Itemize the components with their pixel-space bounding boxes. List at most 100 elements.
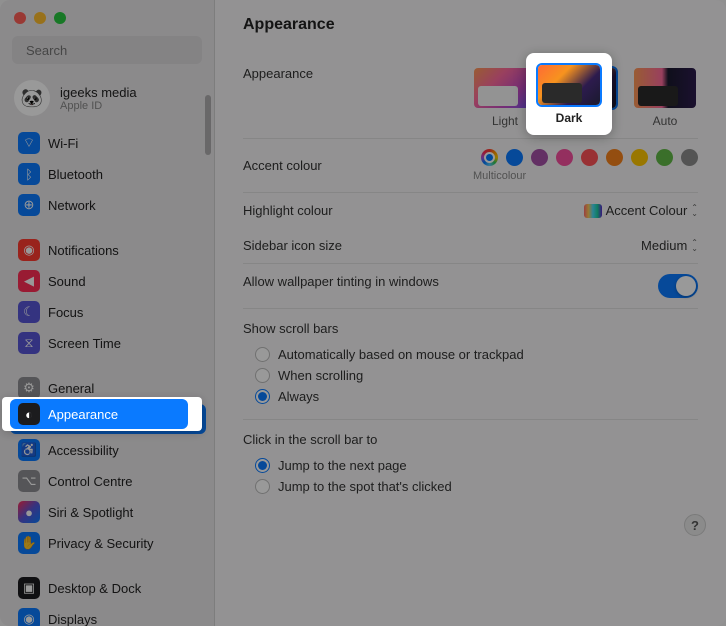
- avatar: 🐼: [14, 80, 50, 116]
- accent-red[interactable]: [581, 149, 598, 166]
- scrollbars-section: Show scroll bars Automatically based on …: [243, 309, 698, 420]
- tinting-row: Allow wallpaper tinting in windows: [243, 264, 698, 309]
- tutorial-highlight-appearance: ◐ Appearance: [2, 397, 202, 431]
- sidebar-item-bluetooth[interactable]: ᛒ Bluetooth: [10, 159, 206, 189]
- sidebar-item-privacy[interactable]: ✋ Privacy & Security: [10, 528, 206, 558]
- sidebar-icon-size-label: Sidebar icon size: [243, 238, 641, 253]
- desktop-icon: ▣: [18, 577, 40, 599]
- zoom-window-button[interactable]: [54, 12, 66, 24]
- theme-label: Auto: [653, 114, 678, 128]
- accent-color-picker: [481, 149, 698, 166]
- network-icon: ⊕: [18, 194, 40, 216]
- sidebar-item-label: Network: [48, 198, 96, 213]
- accent-row: Accent colour Multicolour: [243, 139, 698, 193]
- sidebar-icon-size-value: Medium: [641, 238, 687, 253]
- tinting-label: Allow wallpaper tinting in windows: [243, 274, 658, 289]
- option-label: When scrolling: [278, 368, 363, 383]
- accent-yellow[interactable]: [631, 149, 648, 166]
- minimize-window-button[interactable]: [34, 12, 46, 24]
- main-content: Appearance Appearance Light Dark Auto: [215, 0, 726, 626]
- sidebar-item-siri[interactable]: ●Siri & Spotlight: [10, 497, 206, 527]
- scrollbars-always-option[interactable]: Always: [243, 386, 698, 407]
- sidebar-item-controlcentre[interactable]: ⌥ Control Centre: [10, 466, 206, 496]
- accent-pink[interactable]: [556, 149, 573, 166]
- controlcentre-icon: ⌥: [18, 470, 40, 492]
- account-name: igeeks media: [60, 85, 137, 100]
- sidebar-item-label: Control Centre: [48, 474, 133, 489]
- accent-selected-label: Multicolour: [473, 170, 526, 182]
- page-title: Appearance: [243, 16, 698, 34]
- radio-icon: [255, 479, 270, 494]
- appearance-label: Appearance: [243, 66, 472, 81]
- highlight-value: Accent Colour: [606, 203, 688, 218]
- sidebar-list: ⌔ Wi-Fi ᛒ Bluetooth ⊕ Network ◉Notification…: [0, 128, 214, 626]
- highlight-swatch-icon: [584, 204, 602, 218]
- sidebar-item-label: Displays: [48, 612, 97, 626]
- sidebar-item-label: Desktop & Dock: [48, 581, 141, 596]
- appearance-icon: ◐: [18, 403, 40, 425]
- sidebar-item-wifi[interactable]: ⌔ Wi-Fi: [10, 128, 206, 158]
- accessibility-icon: ♿: [18, 439, 40, 461]
- sidebar-item-label: General: [48, 381, 94, 396]
- accent-green[interactable]: [656, 149, 673, 166]
- scrollbars-auto-option[interactable]: Automatically based on mouse or trackpad: [243, 344, 698, 365]
- accent-graphite[interactable]: [681, 149, 698, 166]
- sidebar-scrollbar[interactable]: [205, 95, 211, 155]
- accent-purple[interactable]: [531, 149, 548, 166]
- accent-blue[interactable]: [506, 149, 523, 166]
- general-icon: ⚙: [18, 377, 40, 399]
- accent-label: Accent colour: [243, 158, 481, 173]
- scrollbars-label: Show scroll bars: [243, 321, 698, 336]
- bluetooth-icon: ᛒ: [18, 163, 40, 185]
- option-label: Always: [278, 389, 319, 404]
- siri-icon: ●: [18, 501, 40, 523]
- option-label: Jump to the next page: [278, 458, 407, 473]
- sidebar-icon-size-row: Sidebar icon size Medium ⌃⌄: [243, 228, 698, 264]
- sidebar-icon-size-dropdown[interactable]: Medium ⌃⌄: [641, 238, 698, 253]
- appearance-row: Appearance Light Dark Auto: [243, 56, 698, 139]
- sidebar-item-desktop[interactable]: ▣ Desktop & Dock: [10, 573, 206, 603]
- wifi-icon: ⌔: [18, 132, 40, 154]
- highlight-row: Highlight colour Accent Colour ⌃⌄: [243, 193, 698, 228]
- sidebar-item-label: Focus: [48, 305, 83, 320]
- theme-auto[interactable]: Auto: [632, 66, 698, 128]
- scrollbars-scrolling-option[interactable]: When scrolling: [243, 365, 698, 386]
- sidebar-item-sound[interactable]: ◀Sound: [10, 266, 206, 296]
- scrollclick-spot-option[interactable]: Jump to the spot that's clicked: [243, 476, 698, 497]
- close-window-button[interactable]: [14, 12, 26, 24]
- sidebar-item-label: Wi-Fi: [48, 136, 78, 151]
- accent-multicolour[interactable]: [481, 149, 498, 166]
- notifications-icon: ◉: [18, 239, 40, 261]
- sidebar: 🐼 igeeks media Apple ID ⌔ Wi-Fi ᛒ Bluetoot…: [0, 0, 215, 626]
- screentime-icon: ⧖: [18, 332, 40, 354]
- privacy-icon: ✋: [18, 532, 40, 554]
- radio-icon: [255, 458, 270, 473]
- sidebar-item-screentime[interactable]: ⧖ Screen Time: [10, 328, 206, 358]
- sidebar-item-label: Accessibility: [48, 443, 119, 458]
- focus-icon: ☾: [18, 301, 40, 323]
- sidebar-item-notifications[interactable]: ◉Notifications: [10, 235, 206, 265]
- highlight-dropdown[interactable]: Accent Colour ⌃⌄: [584, 203, 698, 218]
- tinting-toggle[interactable]: [658, 274, 698, 298]
- sidebar-item-network[interactable]: ⊕ Network: [10, 190, 206, 220]
- radio-icon: [255, 389, 270, 404]
- tutorial-highlight-dark: Dark: [526, 53, 612, 135]
- sidebar-item-focus[interactable]: ☾ Focus: [10, 297, 206, 327]
- account-subtitle: Apple ID: [60, 100, 137, 112]
- help-button[interactable]: ?: [684, 514, 706, 536]
- search-input[interactable]: [26, 43, 202, 58]
- sidebar-item-label: Bluetooth: [48, 167, 103, 182]
- accent-orange[interactable]: [606, 149, 623, 166]
- sidebar-item-displays[interactable]: ◉Displays: [10, 604, 206, 626]
- scrollclick-label: Click in the scroll bar to: [243, 432, 698, 447]
- search-field[interactable]: [12, 36, 202, 64]
- sidebar-item-label: Privacy & Security: [48, 536, 153, 551]
- scrollclick-section: Click in the scroll bar to Jump to the n…: [243, 420, 698, 509]
- radio-icon: [255, 368, 270, 383]
- settings-window: 🐼 igeeks media Apple ID ⌔ Wi-Fi ᛒ Bluetoot…: [0, 0, 726, 626]
- scrollclick-nextpage-option[interactable]: Jump to the next page: [243, 455, 698, 476]
- apple-id-account[interactable]: 🐼 igeeks media Apple ID: [0, 74, 214, 128]
- sidebar-item-accessibility[interactable]: ♿ Accessibility: [10, 435, 206, 465]
- sidebar-item-label: Screen Time: [48, 336, 121, 351]
- window-controls: [0, 0, 214, 32]
